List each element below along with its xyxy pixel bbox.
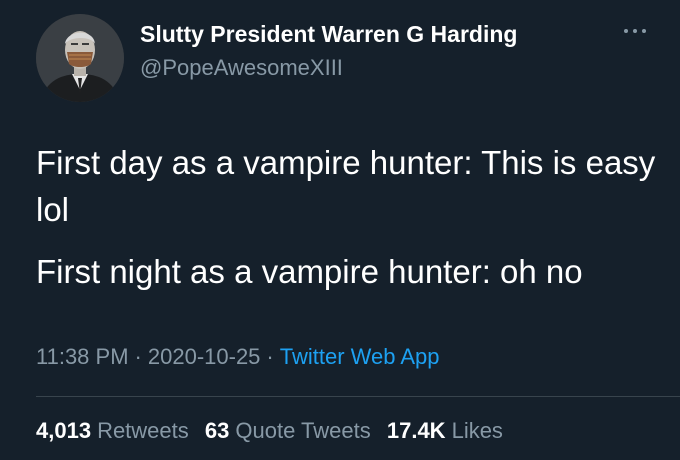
tweet-time[interactable]: 11:38 PM [36, 344, 129, 369]
display-name[interactable]: Slutty President Warren G Harding [140, 21, 517, 48]
quote-tweets-label: Quote Tweets [235, 418, 371, 443]
tweet-metadata: 11:38 PM · 2020-10-25 · Twitter Web App [36, 344, 440, 370]
tweet-date[interactable]: 2020-10-25 [148, 344, 261, 369]
retweets-stat[interactable]: 4,013 Retweets [36, 418, 189, 443]
tweet-stats: 4,013 Retweets 63 Quote Tweets 17.4K Likes [36, 418, 513, 444]
quote-tweets-count: 63 [204, 418, 230, 443]
likes-count: 17.4K [386, 418, 446, 443]
meta-separator: · [134, 344, 142, 369]
tweet-paragraph: First day as a vampire hunter: This is e… [36, 144, 656, 228]
portrait-avatar-icon [36, 14, 124, 102]
likes-label: Likes [451, 418, 503, 443]
tweet-card: Slutty President Warren G Harding @PopeA… [0, 0, 680, 460]
tweet-source-link[interactable]: Twitter Web App [280, 344, 440, 369]
quote-tweets-stat[interactable]: 63 Quote Tweets [205, 418, 371, 443]
tweet-paragraph: First night as a vampire hunter: oh no [36, 253, 583, 290]
more-options-icon[interactable] [624, 26, 646, 36]
likes-stat[interactable]: 17.4K Likes [387, 418, 503, 443]
tweet-text: First day as a vampire hunter: This is e… [36, 139, 656, 310]
avatar[interactable] [36, 14, 124, 102]
meta-separator: · [266, 344, 274, 369]
username-handle[interactable]: @PopeAwesomeXIII [140, 55, 343, 81]
retweets-label: Retweets [97, 418, 189, 443]
retweets-count: 4,013 [36, 418, 92, 443]
divider [36, 396, 680, 397]
